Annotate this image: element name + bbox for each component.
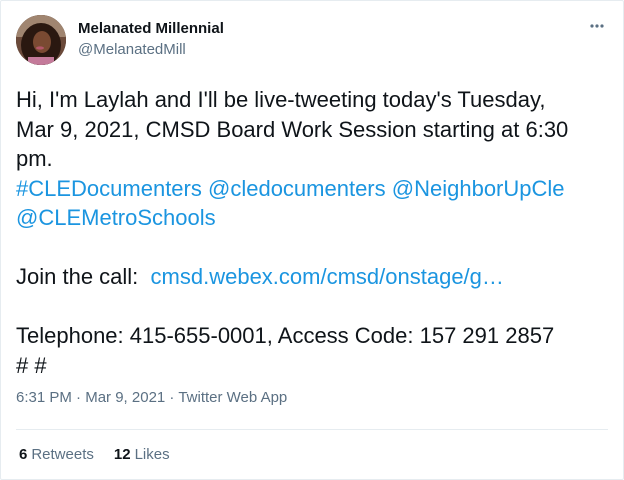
meta-separator: · <box>165 389 179 406</box>
hashtag-link[interactable]: #CLEDocumenters <box>16 176 202 201</box>
tweet-card: Melanated Millennial @MelanatedMill Hi, … <box>0 0 624 480</box>
tweet-text-line: Hi, I'm Laylah and I'll be live-tweeting… <box>16 87 546 112</box>
more-options-button[interactable] <box>586 15 608 37</box>
author-name[interactable]: Melanated Millennial <box>78 20 224 38</box>
divider <box>16 429 608 430</box>
join-call-label: Join the call: <box>16 264 139 289</box>
tweet-meta: 6:31 PM · Mar 9, 2021 · Twitter Web App <box>16 388 287 408</box>
retweets-label: Retweets <box>31 446 94 463</box>
likes-label: Likes <box>134 446 170 463</box>
mention-link-neighborupcle[interactable]: @NeighborUpCle <box>392 176 565 201</box>
tweet-tags-line: #CLEDocumenters @cledocumenters @Neighbo… <box>16 174 616 204</box>
tweet-text: Hi, I'm Laylah and I'll be live-tweeting… <box>16 85 616 380</box>
author-block: Melanated Millennial @MelanatedMill <box>78 20 224 59</box>
retweets-stat[interactable]: 6 Retweets <box>19 445 94 465</box>
author-handle[interactable]: @MelanatedMill <box>78 40 224 59</box>
meta-separator: · <box>71 389 86 406</box>
mention-link-clemetroschools[interactable]: @CLEMetroSchools <box>16 205 216 230</box>
mention-link-cledocumenters[interactable]: @cledocumenters <box>208 176 386 201</box>
hashes-line: # # <box>16 352 47 378</box>
tweet-text-line: Mar 9, 2021, CMSD Board Work Session sta… <box>16 116 569 142</box>
tweet-stats: 6 Retweets 12 Likes <box>19 445 170 465</box>
more-dots-icon <box>590 24 604 28</box>
likes-count: 12 <box>113 446 131 463</box>
join-call-line: Join the call: cmsd.webex.com/cmsd/onsta… <box>16 262 616 292</box>
webex-link[interactable]: cmsd.webex.com/cmsd/onstage/g… <box>151 264 504 289</box>
likes-stat[interactable]: 12 Likes <box>114 445 170 465</box>
avatar[interactable] <box>16 15 66 65</box>
tweet-time-link[interactable]: 6:31 PM · Mar 9, 2021 <box>16 389 165 406</box>
telephone-line: Telephone: 415-655-0001, Access Code: 15… <box>16 323 555 348</box>
tweet-source[interactable]: Twitter Web App <box>178 389 287 406</box>
retweets-count: 6 <box>19 446 28 463</box>
tweet-date: Mar 9, 2021 <box>85 389 166 406</box>
profile-photo <box>16 15 66 65</box>
tweet-time: 6:31 PM <box>16 389 72 406</box>
tweet-text-line: pm. <box>16 146 53 171</box>
tweet-tags-line: @CLEMetroSchools <box>16 203 616 233</box>
